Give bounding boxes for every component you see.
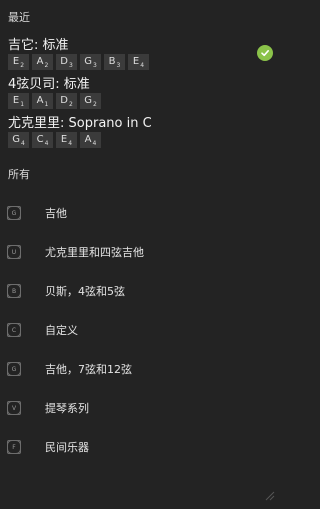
- note-chip: B3: [104, 54, 125, 70]
- note-chips: G4 C4 E4 A4: [8, 132, 281, 148]
- note-chip: A4: [80, 132, 101, 148]
- note-chips: E2 A2 D3 G3 B3 E4: [8, 54, 281, 70]
- note-chip: G2: [80, 93, 101, 109]
- note-chip: E4: [128, 54, 149, 70]
- category-label: 提琴系列: [45, 402, 89, 415]
- note-chips: E1 A1 D2 G2: [8, 93, 281, 109]
- category-letter-icon: F: [7, 440, 21, 454]
- category-custom[interactable]: C 自定义: [0, 312, 281, 348]
- category-guitar[interactable]: G 吉他: [0, 195, 281, 231]
- category-letter-icon: G: [7, 206, 21, 220]
- category-label: 吉他，7弦和12弦: [45, 363, 132, 376]
- note-chip: D3: [56, 54, 77, 70]
- note-chip: A2: [32, 54, 53, 70]
- category-bass[interactable]: B 贝斯，4弦和5弦: [0, 273, 281, 309]
- category-label: 自定义: [45, 324, 78, 337]
- recent-tuning-guitar-standard[interactable]: 吉它: 标准 E2 A2 D3 G3 B3 E4: [8, 38, 281, 70]
- category-folk-instruments[interactable]: F 民间乐器: [0, 429, 281, 465]
- recent-tuning-bass-standard[interactable]: 4弦贝司: 标准 E1 A1 D2 G2: [8, 77, 281, 109]
- note-chip: E4: [56, 132, 77, 148]
- category-violin-family[interactable]: V 提琴系列: [0, 390, 281, 426]
- recent-tuning-title: 尤克里里: Soprano in C: [8, 116, 152, 131]
- category-letter-icon: B: [7, 284, 21, 298]
- category-label: 民间乐器: [45, 441, 89, 454]
- note-chip: A1: [32, 93, 53, 109]
- category-letter-icon: U: [7, 245, 21, 259]
- recent-tuning-title: 吉它: 标准: [8, 38, 69, 53]
- note-chip: E2: [8, 54, 29, 70]
- category-label: 尤克里里和四弦吉他: [45, 246, 144, 259]
- category-letter-icon: C: [7, 323, 21, 337]
- all-section-title: 所有: [8, 168, 30, 181]
- recent-section-title: 最近: [8, 11, 30, 24]
- note-chip: G4: [8, 132, 29, 148]
- note-chip: G3: [80, 54, 101, 70]
- category-letter-icon: V: [7, 401, 21, 415]
- note-chip: C4: [32, 132, 53, 148]
- category-guitar-7-12[interactable]: G 吉他，7弦和12弦: [0, 351, 281, 387]
- category-label: 贝斯，4弦和5弦: [45, 285, 125, 298]
- category-letter-icon: G: [7, 362, 21, 376]
- note-chip: D2: [56, 93, 77, 109]
- note-chip: E1: [8, 93, 29, 109]
- resize-grip-icon: [265, 486, 275, 505]
- selected-check-icon: [257, 45, 273, 61]
- category-ukulele[interactable]: U 尤克里里和四弦吉他: [0, 234, 281, 270]
- recent-tuning-ukulele-soprano[interactable]: 尤克里里: Soprano in C G4 C4 E4 A4: [8, 116, 281, 148]
- recent-tuning-title: 4弦贝司: 标准: [8, 77, 90, 92]
- category-label: 吉他: [45, 207, 67, 220]
